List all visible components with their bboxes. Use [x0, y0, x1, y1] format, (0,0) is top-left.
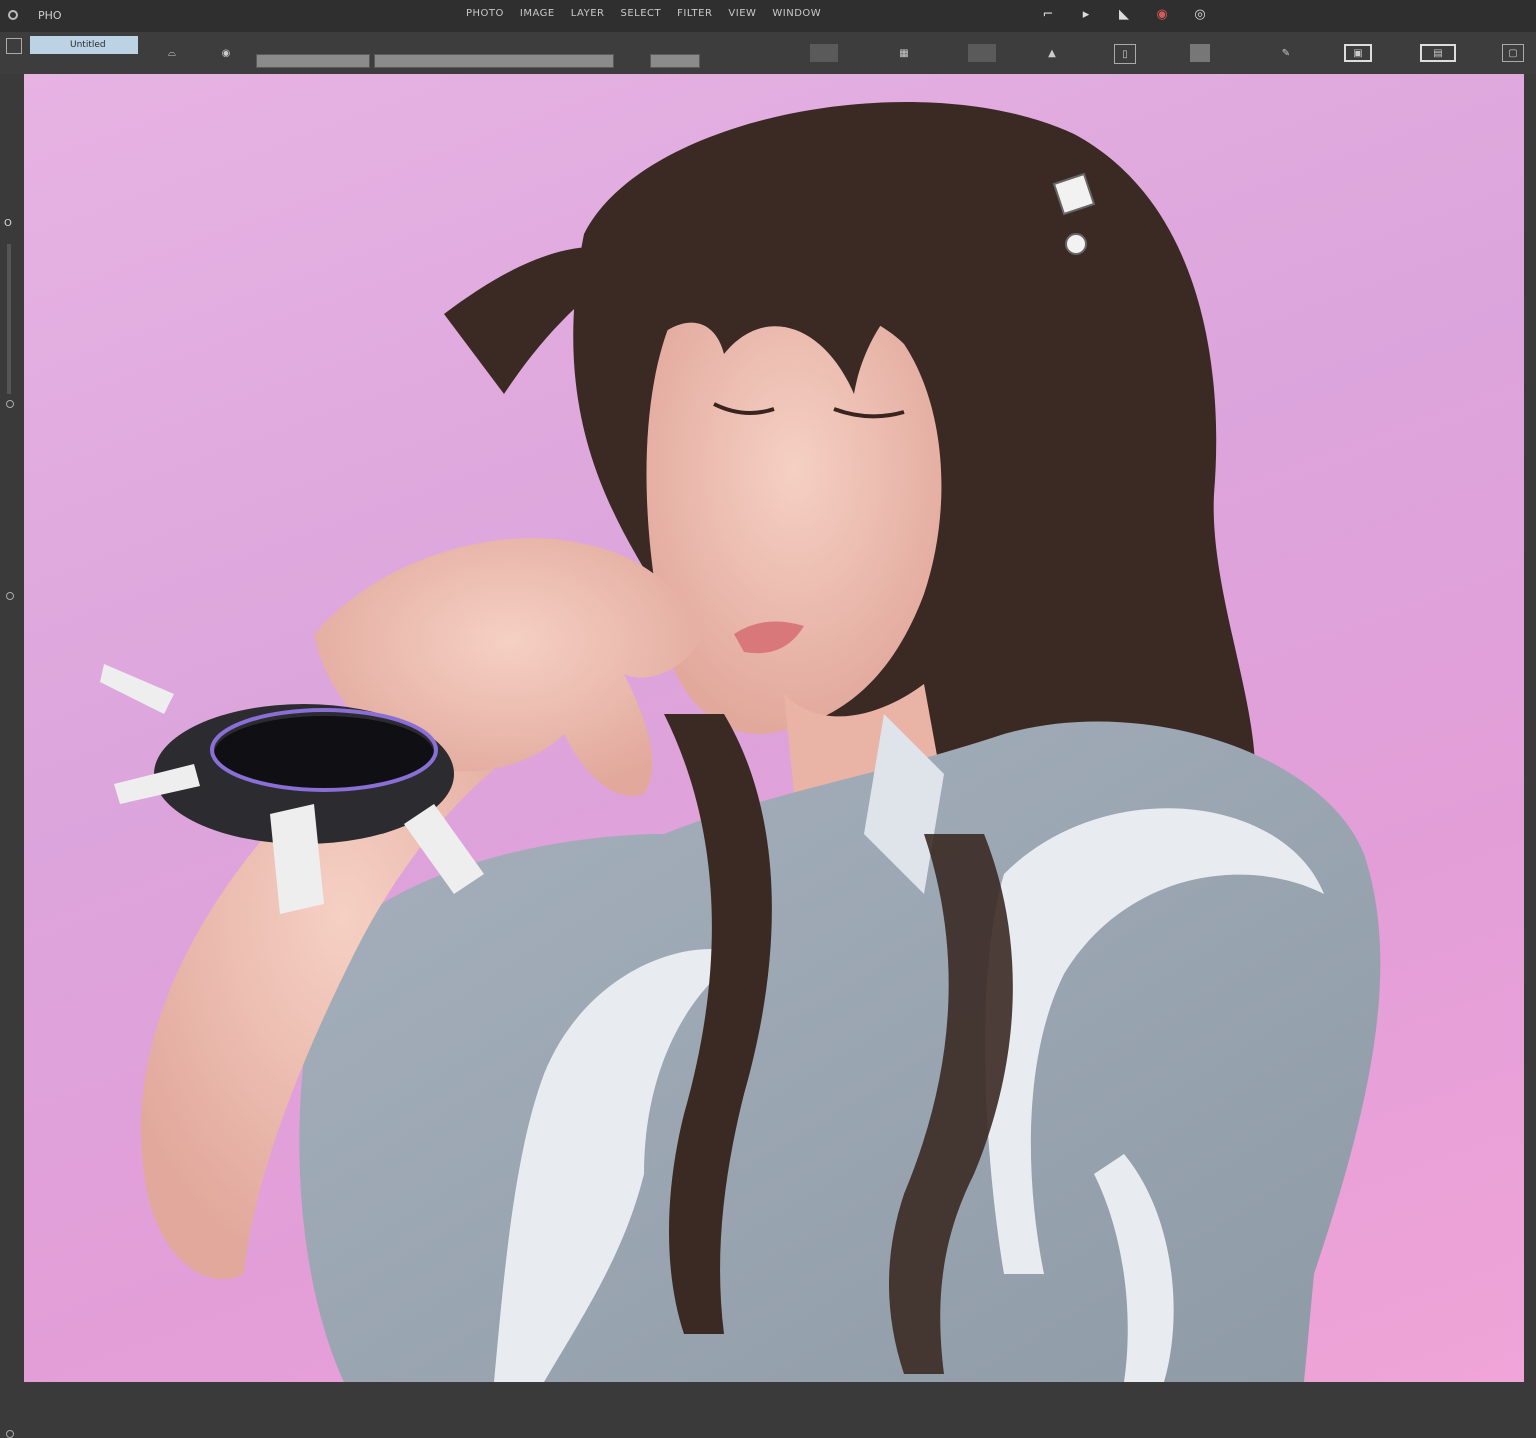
option-field-1[interactable] — [256, 54, 370, 68]
record-icon[interactable]: ◉ — [1154, 7, 1170, 23]
menu-item-image[interactable]: IMAGE — [520, 8, 555, 19]
menu-bar: PHOTO IMAGE LAYER SELECT FILTER VIEW WIN… — [466, 8, 821, 19]
anchor-icon[interactable] — [6, 1430, 14, 1438]
left-panel-label: O — [4, 218, 12, 229]
menu-item-layer[interactable]: LAYER — [571, 8, 605, 19]
menu-item-filter[interactable]: FILTER — [677, 8, 712, 19]
new-document-icon[interactable] — [6, 38, 22, 54]
lasso-icon[interactable]: ⌓ — [160, 44, 184, 62]
fill-icon[interactable] — [968, 44, 996, 62]
eye-icon[interactable]: ◉ — [214, 44, 238, 62]
image-canvas[interactable] — [24, 74, 1524, 1382]
option-field-2[interactable] — [374, 54, 614, 68]
title-tools: ⌐ ▸ ◣ ◉ ◎ — [1040, 7, 1208, 23]
right-panel — [1524, 74, 1536, 1392]
option-field-3[interactable] — [650, 54, 700, 68]
flag-icon[interactable]: ▸ — [1078, 7, 1094, 23]
menu-item-photo[interactable]: PHOTO — [466, 8, 504, 19]
title-bar: PHO PHOTO IMAGE LAYER SELECT FILTER VIEW… — [0, 0, 1536, 32]
slider-knob-icon[interactable] — [6, 400, 14, 408]
swatch-icon[interactable] — [810, 44, 838, 62]
triangle-icon[interactable]: ▲ — [1032, 44, 1072, 62]
frame-icon[interactable]: ▯ — [1114, 44, 1136, 64]
vertical-slider[interactable] — [7, 244, 11, 394]
status-bar — [24, 1382, 1524, 1392]
app-menu-icon[interactable] — [8, 10, 18, 20]
menu-item-view[interactable]: VIEW — [728, 8, 756, 19]
anchor-icon[interactable] — [6, 592, 14, 600]
layout-icon[interactable]: ▤ — [1420, 44, 1456, 62]
grid-icon[interactable]: ▦ — [890, 44, 918, 62]
options-toolbar: ⌓ ◉ ▦ ▲ ▯ ✎ ▣ ▤ ▢ — [0, 32, 1536, 75]
window-icon[interactable]: ▢ — [1502, 44, 1524, 62]
document-tab[interactable]: Untitled — [30, 36, 138, 54]
crop-icon[interactable]: ⌐ — [1040, 7, 1056, 23]
shape-icon[interactable]: ◣ — [1116, 7, 1132, 23]
square-icon[interactable] — [1190, 44, 1210, 62]
left-panel: O — [0, 74, 25, 1438]
menu-item-window[interactable]: WINDOW — [772, 8, 821, 19]
panel-icon[interactable]: ▣ — [1344, 44, 1372, 62]
brush-icon[interactable]: ✎ — [1276, 44, 1296, 62]
settings-icon[interactable]: ◎ — [1192, 7, 1208, 23]
app-logo: PHO — [38, 9, 62, 22]
canvas-illustration — [100, 102, 1381, 1382]
menu-item-select[interactable]: SELECT — [620, 8, 661, 19]
